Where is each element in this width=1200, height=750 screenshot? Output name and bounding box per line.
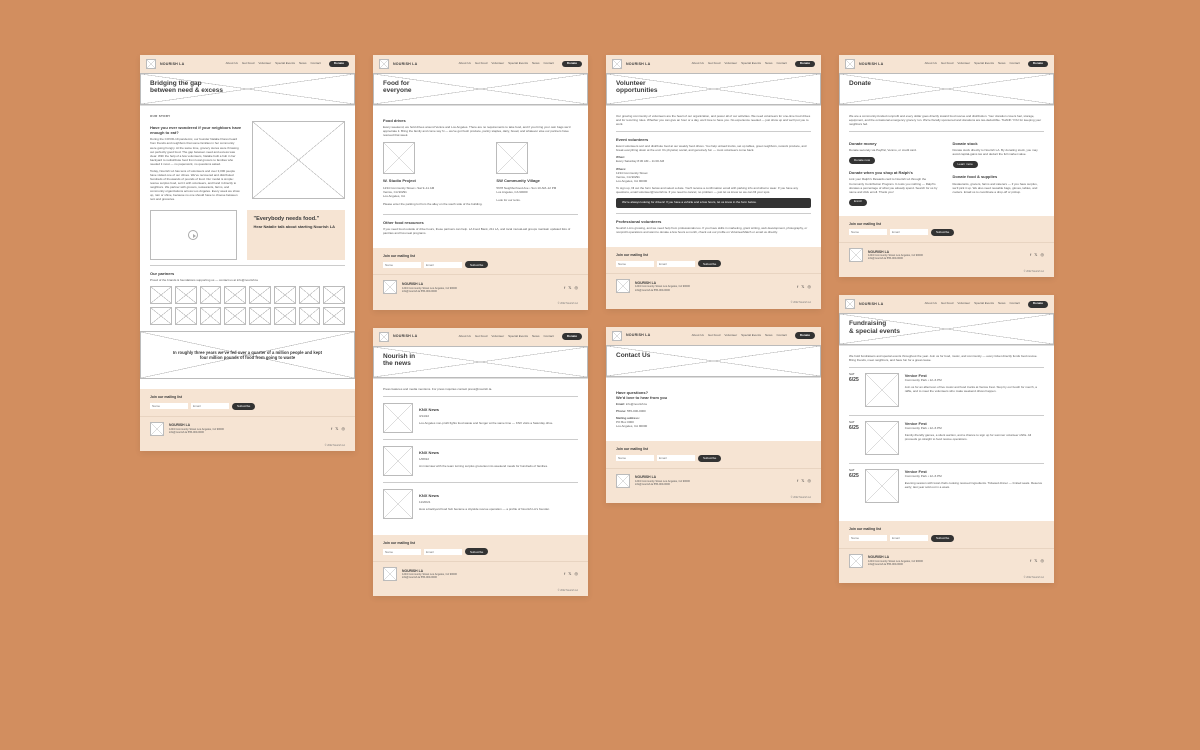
site-footer: NOURISH LA 1234 Community Street Los Ang… xyxy=(140,416,355,442)
mailing-list: Join our mailing list Subscribe xyxy=(140,389,355,415)
pro-vol-heading: Professional volunteers xyxy=(616,219,811,224)
impact-stat-band: In roughly three years we've fed over a … xyxy=(140,331,355,379)
logo-icon xyxy=(379,59,389,69)
impact-stat: In roughly three years we've fed over a … xyxy=(140,331,355,379)
enroll-button[interactable]: Enroll xyxy=(849,199,867,206)
donate-stock-heading: Donate stock xyxy=(953,141,1045,146)
news-thumb xyxy=(383,403,413,433)
page-volunteer: NOURISH LAAbout UsGet FoodVolunteerSpeci… xyxy=(606,55,821,309)
nav-volunteer[interactable]: Volunteer xyxy=(258,62,271,66)
story-image xyxy=(252,121,346,199)
story-subhead: Have you ever wondered if your neighbors… xyxy=(150,125,242,135)
facebook-icon[interactable]: f xyxy=(331,426,332,431)
event-item[interactable]: SAT6/25 Venice FestCommunity Park • 12–6… xyxy=(849,469,1044,503)
page-donate: NOURISH LAAbout UsGet FoodVolunteerSpeci… xyxy=(839,55,1054,277)
page-food: NOURISH LAAbout UsGet FoodVolunteerSpeci… xyxy=(373,55,588,310)
logo-icon xyxy=(146,59,156,69)
primary-nav[interactable]: About Us Get Food Volunteer Special Even… xyxy=(226,62,321,66)
donate-money-heading: Donate money xyxy=(849,141,941,146)
donate-food-heading: Donate food & supplies xyxy=(953,174,1045,179)
partners-sub: Proud of the brands & foundations suppor… xyxy=(150,278,345,282)
subscribe-button[interactable]: Subscribe xyxy=(232,403,255,410)
footer-address: 1234 Community Street Los Angeles, CA 90… xyxy=(169,428,229,434)
story-p1: During the COVID-19 pandemic, our founde… xyxy=(150,137,242,165)
twitter-icon[interactable]: 𝕏 xyxy=(335,426,338,431)
mailing-label: Join our mailing list xyxy=(150,395,345,399)
kicker: OUR STORY xyxy=(150,114,345,118)
video-thumbnail[interactable] xyxy=(150,210,237,260)
food-drives-heading: Food drives xyxy=(383,118,578,123)
instagram-icon[interactable]: ◎ xyxy=(342,426,346,431)
site-header: NOURISH LA About Us Get Food Volunteer S… xyxy=(140,55,355,73)
partner-logo-grid xyxy=(150,286,345,325)
quote-card: "Everybody needs food." Hear Natalie tal… xyxy=(247,210,346,260)
page-contact: NOURISH LAAbout UsGet FoodVolunteerSpeci… xyxy=(606,327,821,503)
event-item[interactable]: SAT6/25 Venice FestCommunity Park • 12–6… xyxy=(849,373,1044,407)
footer-logo-icon xyxy=(150,422,164,436)
hero-headline: Bridging the gapbetween need & excess xyxy=(150,80,223,95)
page-events: NOURISH LAAbout UsGet FoodVolunteerSpeci… xyxy=(839,295,1054,583)
copyright: © 2022 Nourish LA xyxy=(140,442,355,451)
page-home: NOURISH LA About Us Get Food Volunteer S… xyxy=(140,55,355,451)
stock-button[interactable]: Learn more xyxy=(953,161,978,168)
ralphs-heading: Donate when you shop at Ralph's xyxy=(849,170,941,175)
play-icon xyxy=(188,230,198,240)
location-image xyxy=(496,142,528,174)
nav-contact[interactable]: Contact xyxy=(310,62,320,66)
other-resources-heading: Other food resources xyxy=(383,220,578,225)
event-image xyxy=(865,373,899,407)
hero-headline: Food foreveryone xyxy=(383,80,412,95)
news-item[interactable]: KNX News1/08/22An interview with the tea… xyxy=(383,446,578,476)
location-image xyxy=(383,142,415,174)
donate-button[interactable]: Donate xyxy=(329,61,349,68)
driver-cta[interactable]: We're always looking for drivers! If you… xyxy=(616,198,811,208)
event-item[interactable]: SAT6/25 Venice FestCommunity Park • 12–6… xyxy=(849,421,1044,455)
pull-quote: "Everybody needs food." xyxy=(254,216,339,222)
nav-about[interactable]: About Us xyxy=(226,62,238,66)
quote-caption: Hear Natalie talk about starting Nourish… xyxy=(254,224,339,229)
wireframe-canvas: NOURISH LA About Us Get Food Volunteer S… xyxy=(0,0,1200,750)
nav-food[interactable]: Get Food xyxy=(242,62,255,66)
news-item[interactable]: KNX News3/14/22Los Angeles non-profit fi… xyxy=(383,403,578,433)
donate-now-button[interactable]: Donate now xyxy=(849,157,875,164)
story-p2: Today, Nourish LA has tens of volunteers… xyxy=(150,169,242,201)
location-name: SW Community Village xyxy=(496,178,556,183)
nav-events[interactable]: Special Events xyxy=(275,62,295,66)
nav-news[interactable]: News xyxy=(299,62,307,66)
event-vol-heading: Event volunteers xyxy=(616,137,811,142)
page-news: NOURISH LAAbout UsGet FoodVolunteerSpeci… xyxy=(373,328,588,597)
partners-heading: Our partners xyxy=(150,271,345,276)
brand-name: NOURISH LA xyxy=(160,62,184,67)
mailing-email-input[interactable] xyxy=(191,403,229,409)
news-item[interactable]: KNX News11/20/21How a backyard food hub … xyxy=(383,489,578,519)
mailing-name-input[interactable] xyxy=(150,403,188,409)
location-name: W. Studio Project xyxy=(383,178,482,183)
